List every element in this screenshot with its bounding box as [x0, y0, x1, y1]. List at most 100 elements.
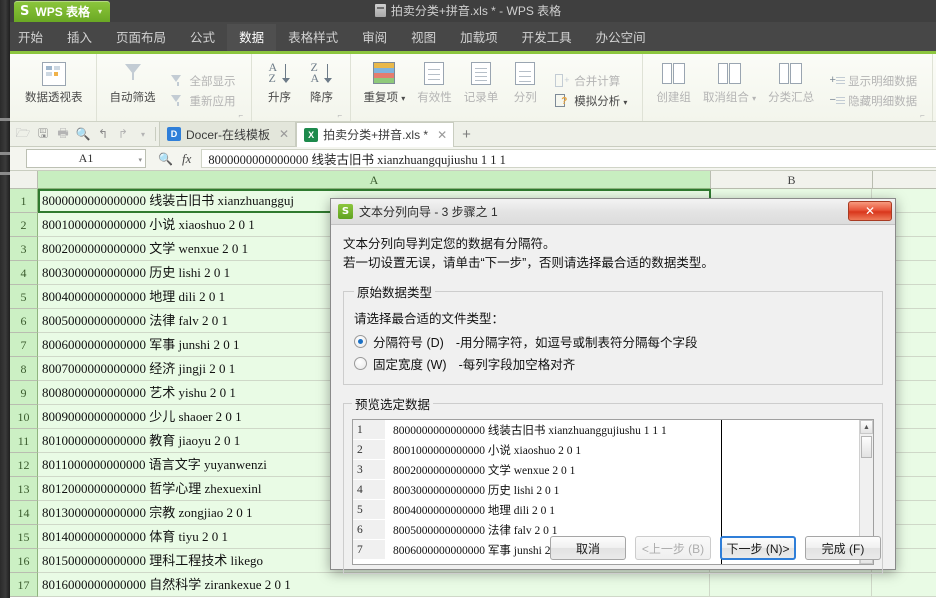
what-if-analysis-button[interactable]: ? 模拟分析 ▾ [550, 91, 631, 111]
radio-fixed-width-label: 固定宽度 (W) [373, 358, 447, 372]
column-header-b[interactable]: B [711, 171, 873, 189]
ribbon-tab-strip: 开始 插入 页面布局 公式 数据 表格样式 审阅 视图 加载项 开发工具 办公空间 [0, 22, 936, 55]
ungroup-button[interactable]: 取消组合 ▾ [697, 56, 762, 121]
reapply-button[interactable]: 重新应用 [166, 91, 240, 111]
record-form-button[interactable]: 记录单 [458, 56, 505, 121]
ribbon-tab-2[interactable]: 页面布局 [104, 24, 178, 53]
scrollbar-thumb[interactable] [861, 436, 872, 458]
doc-tab-xls[interactable]: X 拍卖分类+拼音.xls * ✕ [296, 121, 455, 147]
row-header[interactable]: 13 [10, 477, 38, 501]
consolidate-button[interactable]: + 合并计算 [550, 71, 631, 91]
radio-delimited-indicator[interactable] [354, 335, 367, 348]
close-icon[interactable]: ✕ [437, 128, 447, 142]
row-header[interactable]: 16 [10, 549, 38, 573]
magnifier-icon[interactable]: 🔍 [158, 152, 173, 166]
ribbon-tab-7[interactable]: 视图 [399, 24, 448, 53]
row-header[interactable]: 1 [10, 189, 38, 213]
show-all-button[interactable]: 全部显示 [166, 71, 240, 91]
doc-tab-docer[interactable]: D Docer-在线模板 ✕ [159, 122, 297, 146]
dialog-description-line2: 若一切设置无误，请单击“下一步”，否则请选择最合适的数据类型。 [343, 256, 714, 270]
filter-dialog-launcher[interactable]: ⌐ [239, 112, 247, 120]
sort-ascending-button[interactable]: AZ 升序 [259, 56, 301, 121]
sort-dialog-launcher[interactable]: ⌐ [338, 112, 346, 120]
dialog-button-0[interactable]: 取消 [550, 536, 626, 560]
row-header[interactable]: 3 [10, 237, 38, 261]
ribbon-tab-5[interactable]: 表格样式 [276, 24, 350, 53]
dialog-button-3[interactable]: 完成 (F) [805, 536, 881, 560]
subtotal-button[interactable]: 分类汇总 [762, 56, 820, 121]
title-bar: 拍卖分类+拼音.xls * - WPS 表格 S WPS 表格 ▾ [0, 0, 936, 22]
chevron-down-icon[interactable]: ▾ [98, 7, 102, 16]
ribbon-tab-8[interactable]: 加载项 [448, 24, 510, 53]
save-icon[interactable]: 🖫 [34, 125, 52, 143]
ribbon-tab-4[interactable]: 数据 [227, 24, 277, 55]
hide-detail-button[interactable]: − 隐藏明细数据 [824, 91, 921, 111]
radio-fixed-width[interactable]: 固定宽度 (W) -每列字段加空格对齐 [354, 354, 872, 373]
row-header[interactable]: 8 [10, 357, 38, 381]
close-icon[interactable]: ✕ [279, 127, 289, 141]
row-header[interactable]: 5 [10, 285, 38, 309]
wps-brand-tab[interactable]: S WPS 表格 ▾ [14, 1, 111, 22]
ribbon-tab-0[interactable]: 开始 [6, 24, 55, 53]
wps-logo-icon: S [20, 4, 30, 19]
row-header[interactable]: 4 [10, 261, 38, 285]
open-icon[interactable]: 🗁 [14, 125, 32, 143]
ribbon-tab-6[interactable]: 审阅 [350, 24, 399, 53]
row-header[interactable]: 15 [10, 525, 38, 549]
chevron-down-icon[interactable]: ▾ [138, 156, 142, 164]
hide-detail-label: 隐藏明细数据 [848, 95, 918, 108]
row-header[interactable]: 12 [10, 453, 38, 477]
ribbon-tab-10[interactable]: 办公空间 [584, 24, 658, 53]
formula-bar-icons: 🔍 fx [158, 151, 191, 167]
close-icon[interactable]: ✕ [848, 201, 892, 221]
row-header[interactable]: 6 [10, 309, 38, 333]
ribbon-tab-9[interactable]: 开发工具 [510, 24, 584, 53]
auto-filter-label: 自动筛选 [109, 92, 156, 104]
print-icon[interactable]: 🖶 [54, 125, 72, 143]
text-to-columns-button[interactable]: 分列 [504, 56, 546, 121]
row-header[interactable]: 7 [10, 333, 38, 357]
row-header[interactable]: 17 [10, 573, 38, 597]
validation-button[interactable]: 有效性 [411, 56, 458, 121]
preview-row: 4 8003000000000000 历史 lishi 2 0 1 [353, 480, 859, 500]
outline-small-buttons: + 显示明细数据 − 隐藏明细数据 [820, 56, 925, 121]
group-icon [659, 59, 689, 89]
scroll-up-icon[interactable]: ▲ [860, 420, 873, 434]
pivot-table-button[interactable]: 数据透视表 [19, 56, 89, 121]
print-preview-icon[interactable]: 🔍 [74, 125, 92, 143]
row-header[interactable]: 9 [10, 381, 38, 405]
row-header[interactable]: 2 [10, 213, 38, 237]
datatools-small-buttons: + 合并计算 ? 模拟分析 ▾ [546, 56, 635, 121]
ribbon-tab-3[interactable]: 公式 [178, 24, 227, 53]
column-header-c[interactable] [873, 171, 936, 189]
fx-icon[interactable]: fx [182, 151, 191, 167]
redo-icon[interactable]: ↱ [114, 125, 132, 143]
select-all-corner[interactable] [10, 171, 38, 189]
radio-delimited[interactable]: 分隔符号 (D) -用分隔字符，如逗号或制表符分隔每个字段 [354, 332, 872, 351]
ribbon-tab-label: 页面布局 [116, 31, 167, 45]
group-button[interactable]: 创建组 [650, 56, 697, 121]
column-header-a[interactable]: A [38, 171, 711, 189]
cell-b[interactable] [710, 573, 872, 597]
show-detail-button[interactable]: + 显示明细数据 [824, 71, 921, 91]
dialog-button-2[interactable]: 下一步 (N)> [720, 536, 796, 560]
ribbon-tab-label: 开始 [18, 31, 44, 45]
name-box[interactable]: A1 ▾ [26, 149, 146, 168]
cell-a[interactable]: 8016000000000000 自然科学 zirankexue 2 0 1 [38, 573, 710, 597]
radio-fixed-width-indicator[interactable] [354, 357, 367, 370]
ribbon-tab-1[interactable]: 插入 [55, 24, 104, 53]
new-tab-button[interactable]: + [454, 126, 479, 143]
row-header[interactable]: 11 [10, 429, 38, 453]
duplicates-button[interactable]: 重复项 ▾ [358, 56, 412, 121]
auto-filter-button[interactable]: 自动筛选 [104, 56, 162, 121]
group-label: 创建组 [656, 92, 691, 104]
cell-c[interactable] [872, 573, 936, 597]
customize-caret-icon[interactable]: ▾ [134, 125, 152, 143]
outline-dialog-launcher[interactable]: ⌐ [920, 112, 928, 120]
undo-icon[interactable]: ↰ [94, 125, 112, 143]
sort-descending-button[interactable]: ZA 降序 [301, 56, 343, 121]
row-header[interactable]: 10 [10, 405, 38, 429]
formula-input[interactable]: 8000000000000000 线装古旧书 xianzhuangqujiush… [201, 149, 936, 168]
row-header[interactable]: 14 [10, 501, 38, 525]
subtotal-label: 分类汇总 [768, 92, 815, 104]
